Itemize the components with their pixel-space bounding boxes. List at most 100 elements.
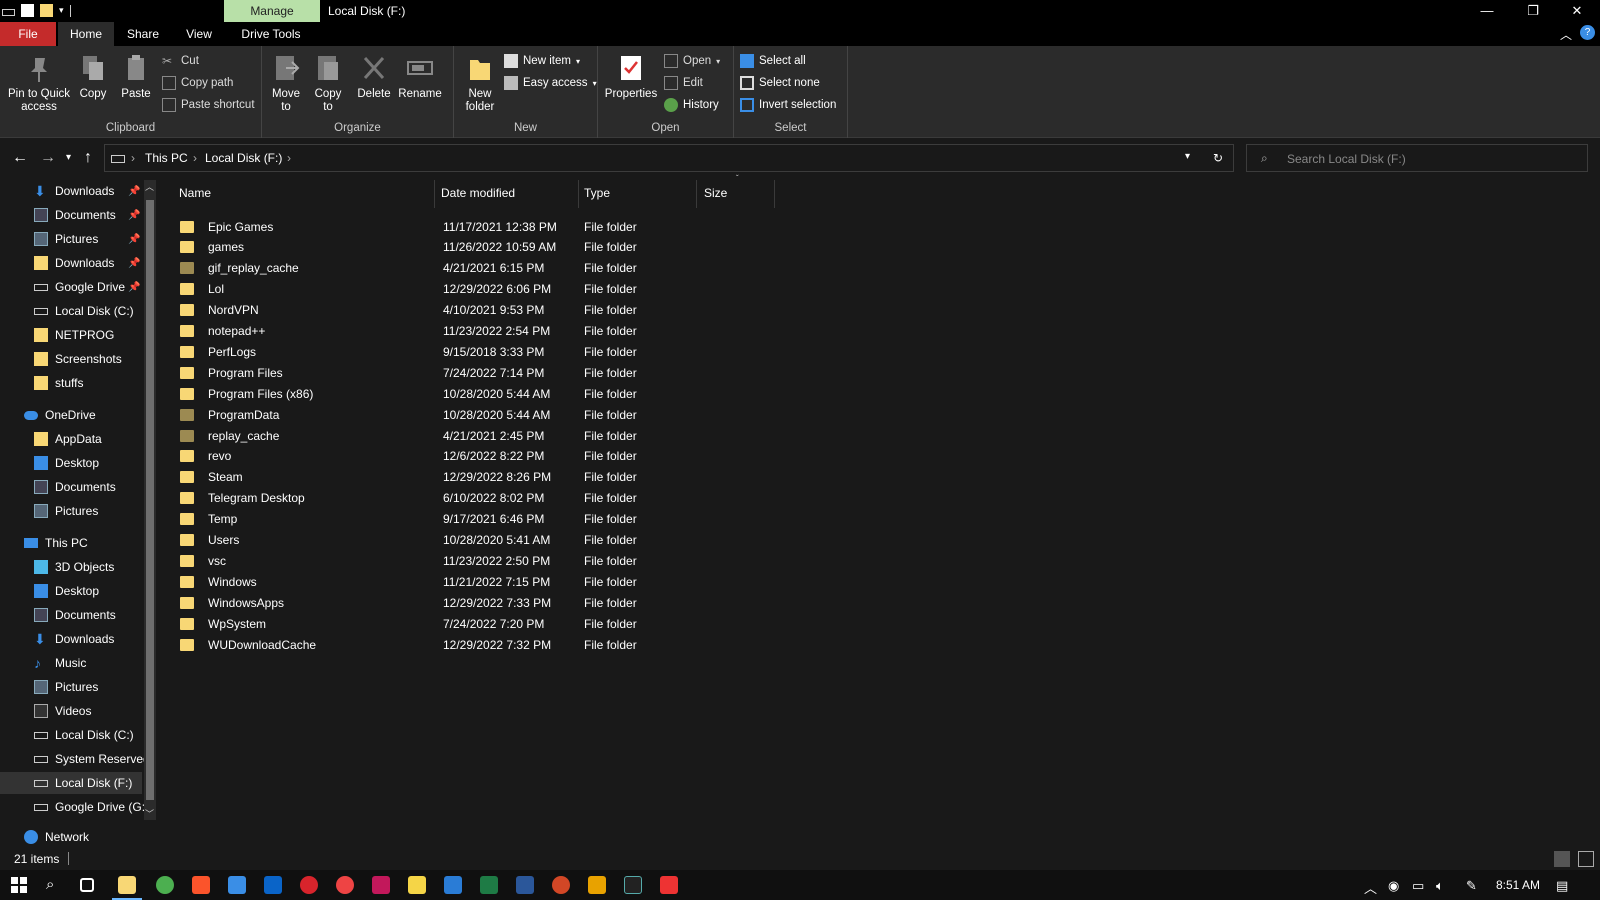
tab-drive-tools[interactable]: Drive Tools (234, 22, 308, 46)
nav-item-pictures-pc[interactable]: Pictures (0, 676, 142, 698)
new-folder-icon[interactable] (40, 4, 53, 17)
nav-item-google-drive-g[interactable]: Google Drive (G:) (0, 796, 149, 818)
pin-icon[interactable]: 📌 (128, 186, 140, 197)
breadcrumb-this-pc[interactable]: This PC (145, 151, 188, 165)
customize-toolbar-icon[interactable]: ▾ (59, 5, 64, 16)
nav-item-google-drive[interactable]: Google Drive 📌 (0, 276, 142, 298)
select-all-button[interactable]: Select all (740, 54, 806, 68)
nav-item-documents-pinned[interactable]: Documents 📌 (0, 204, 142, 226)
open-button[interactable]: Open ▾ (664, 54, 720, 68)
file-row[interactable]: Epic Games 11/17/2021 12:38 PM File folder (172, 216, 772, 237)
history-button[interactable]: History (664, 98, 719, 112)
copy-path-button[interactable]: Copy path (162, 76, 233, 90)
app-icon[interactable] (336, 876, 354, 894)
recent-locations-icon[interactable]: ▾ (66, 152, 71, 163)
word-icon[interactable] (516, 876, 534, 894)
tab-manage[interactable]: Manage (224, 0, 320, 23)
select-none-button[interactable]: Select none (740, 76, 820, 90)
details-view-icon[interactable] (1554, 851, 1570, 867)
nav-item-videos[interactable]: Videos (0, 700, 142, 722)
search-box[interactable]: ⌕ Search Local Disk (F:) (1246, 144, 1588, 172)
paste-button[interactable]: Paste (118, 52, 154, 101)
file-row[interactable]: Users 10/28/2020 5:41 AM File folder (172, 530, 772, 551)
task-view-icon[interactable] (80, 878, 94, 892)
column-header-name[interactable]: Name (179, 186, 211, 200)
copy-to-button[interactable]: Copy to (310, 52, 346, 114)
copy-button[interactable]: Copy (76, 52, 110, 101)
chevron-up-icon[interactable]: ︿ (1364, 878, 1377, 897)
address-bar[interactable]: › This PC › Local Disk (F:) › ▾ ↻ (104, 144, 1234, 172)
file-row[interactable]: WindowsApps 12/29/2022 7:33 PM File folder (172, 592, 772, 613)
notification-icon[interactable]: ▤ (1556, 878, 1568, 894)
file-row[interactable]: Program Files (x86) 10/28/2020 5:44 AM Fil… (172, 383, 772, 404)
brave-icon[interactable] (192, 876, 210, 894)
nav-item-pictures-pinned[interactable]: Pictures 📌 (0, 228, 142, 250)
notes-icon[interactable] (408, 876, 426, 894)
up-icon[interactable]: ↑ (84, 149, 92, 167)
scrollbar-thumb[interactable] (146, 200, 154, 800)
paste-shortcut-button[interactable]: Paste shortcut (162, 98, 255, 112)
nav-item-local-disk-c[interactable]: Local Disk (C:) (0, 300, 142, 322)
nav-item-downloads-pinned[interactable]: ⬇ Downloads 📌 (0, 180, 142, 202)
vscode-icon[interactable] (444, 876, 462, 894)
nav-item-appdata[interactable]: AppData (0, 428, 142, 450)
new-folder-button[interactable]: New folder (458, 52, 502, 114)
nav-item-local-disk-c-pc[interactable]: Local Disk (C:) (0, 724, 142, 746)
nav-item-desktop[interactable]: Desktop (0, 452, 142, 474)
file-row[interactable]: ProgramData 10/28/2020 5:44 AM File folder (172, 404, 772, 425)
file-explorer-icon[interactable] (118, 876, 136, 894)
delete-button[interactable]: Delete (354, 52, 394, 101)
file-row[interactable]: Temp 9/17/2021 6:46 PM File folder (172, 509, 772, 530)
file-row[interactable]: revo 12/6/2022 8:22 PM File folder (172, 446, 772, 467)
tab-home[interactable]: Home (58, 22, 114, 46)
nav-item-screenshots[interactable]: Screenshots (0, 348, 142, 370)
nav-item-downloads-pc[interactable]: ⬇ Downloads (0, 628, 142, 650)
minimize-button[interactable]: — (1464, 0, 1510, 22)
nav-scrollbar[interactable]: ︿ ﹀ (144, 180, 156, 820)
powerpoint-icon[interactable] (552, 876, 570, 894)
network-icon[interactable]: ▭ (1412, 878, 1424, 894)
close-button[interactable]: ✕ (1554, 0, 1600, 22)
file-row[interactable]: replay_cache 4/21/2021 2:45 PM File folder (172, 425, 772, 446)
nav-item-pictures[interactable]: Pictures (0, 500, 142, 522)
pin-icon[interactable]: 📌 (128, 282, 140, 293)
tab-share[interactable]: Share (118, 22, 168, 46)
store-icon[interactable] (228, 876, 246, 894)
pin-icon[interactable]: 📌 (128, 210, 140, 221)
edit-button[interactable]: Edit (664, 76, 703, 90)
file-row[interactable]: Windows 11/21/2022 7:15 PM File folder (172, 571, 772, 592)
nav-item-stuffs[interactable]: stuffs (0, 372, 142, 394)
scroll-down-icon[interactable]: ﹀ (145, 807, 154, 820)
terminal-icon[interactable] (624, 876, 642, 894)
volume-icon[interactable]: 🔈︎ (1436, 878, 1444, 894)
file-row[interactable]: games 11/26/2022 10:59 AM File folder (172, 237, 772, 258)
pin-icon[interactable]: 📌 (128, 234, 140, 245)
back-icon[interactable]: ← (12, 149, 28, 167)
scroll-up-icon[interactable]: ︿ (145, 180, 154, 193)
nav-item-desktop-pc[interactable]: Desktop (0, 580, 142, 602)
forward-icon[interactable]: → (40, 149, 56, 167)
file-row[interactable]: WUDownloadCache 12/29/2022 7:32 PM File fo… (172, 634, 772, 655)
pin-quick-access-button[interactable]: Pin to Quick access (4, 52, 74, 114)
column-divider[interactable] (696, 180, 697, 208)
new-item-button[interactable]: New item ▾ (504, 54, 580, 68)
column-header-size[interactable]: Size (704, 186, 727, 200)
restore-button[interactable]: ❐ (1510, 0, 1556, 22)
cut-button[interactable]: ✂ Cut (162, 54, 199, 68)
nav-item-music[interactable]: ♪ Music (0, 652, 142, 674)
address-dropdown-icon[interactable]: ▾ (1185, 151, 1190, 162)
column-header-type[interactable]: Type (584, 186, 610, 200)
file-row[interactable]: Steam 12/29/2022 8:26 PM File folder (172, 467, 772, 488)
app-icon[interactable] (372, 876, 390, 894)
column-divider[interactable] (578, 180, 579, 208)
tab-file[interactable]: File (0, 22, 56, 46)
file-row[interactable]: WpSystem 7/24/2022 7:20 PM File folder (172, 613, 772, 634)
file-row[interactable]: vsc 11/23/2022 2:50 PM File folder (172, 550, 772, 571)
properties-icon[interactable] (21, 4, 34, 17)
nav-item-netprog[interactable]: NETPROG (0, 324, 142, 346)
file-row[interactable]: PerfLogs 9/15/2018 3:33 PM File folder (172, 341, 772, 362)
column-divider[interactable] (434, 180, 435, 208)
nav-item-onedrive[interactable]: OneDrive (0, 404, 142, 426)
pin-icon[interactable]: 📌 (128, 258, 140, 269)
large-icons-view-icon[interactable] (1578, 851, 1594, 867)
